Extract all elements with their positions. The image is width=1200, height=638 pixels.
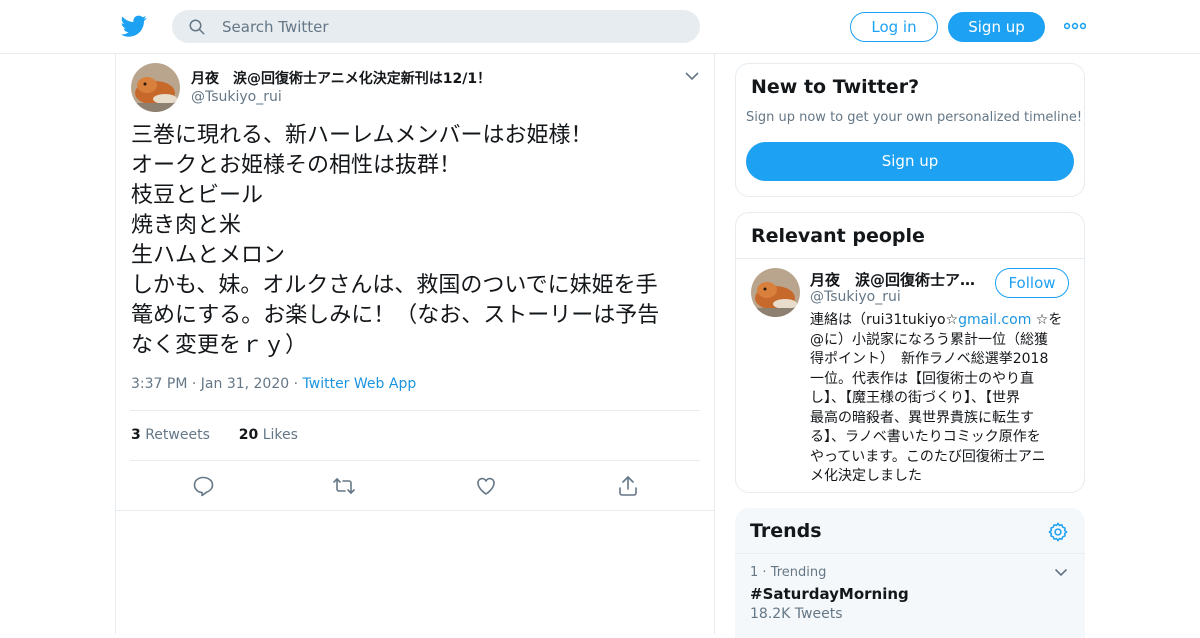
person-handle[interactable]: @Tsukiyo_rui: [810, 289, 901, 305]
meta-separator: ·: [191, 376, 201, 392]
tweet-detail: 月夜 涙@回復術士アニメ化決定新刊は12/1！ @Tsukiyo_rui 三巻に…: [115, 54, 715, 634]
person-bio: 連絡は（rui31tukiyo☆gmail.com ☆を @に）小説家になろう累…: [810, 311, 1072, 487]
retweets-count[interactable]: 3: [131, 427, 141, 443]
twitter-bird-icon[interactable]: [120, 13, 148, 39]
like-heart-icon[interactable]: [474, 474, 498, 498]
retweet-icon[interactable]: [332, 474, 356, 498]
divider: [130, 460, 700, 461]
search-bar[interactable]: Search Twitter: [172, 10, 700, 43]
tweet-text-line: なく変更をｒｙ）: [131, 333, 308, 358]
fox-avatar-image: [131, 63, 180, 112]
meta-separator: ·: [762, 565, 771, 580]
trend-context: Trending: [770, 565, 827, 580]
bio-line: やっています。このたび回復術士アニ: [810, 448, 1046, 465]
sidebar-signup-button[interactable]: Sign up: [746, 142, 1074, 181]
tweet-time[interactable]: 3:37 PM: [131, 376, 187, 392]
bio-line: 得ポイント） 新作ラノベ総選挙2018: [810, 351, 1049, 367]
tweet-stats: 3 Retweets 20 Likes: [131, 427, 298, 443]
tweet-text-line: しかも、妹。オルクさんは、救国のついでに妹姫を手: [131, 273, 658, 298]
tweet-text-line: 篭めにする。お楽しみに！（なお、ストーリーは予告: [131, 303, 660, 328]
bio-line: る】、ラノベ書いたりコミック原作を: [810, 429, 1041, 445]
chevron-down-icon[interactable]: [1054, 568, 1068, 577]
card-title: Trends: [750, 520, 822, 542]
tweet-text-line: 三巻に現れる、新ハーレムメンバーはお姫様！: [131, 123, 593, 148]
bio-text: 連絡は（rui31tukiyo☆: [810, 312, 959, 328]
person-display-name[interactable]: 月夜 涙@回復術士ア…: [810, 269, 980, 290]
meta-separator: ·: [293, 376, 303, 392]
avatar[interactable]: [751, 268, 800, 317]
card-title: New to Twitter?: [751, 76, 920, 98]
bio-line: @に）小説家になろう累計一位（総獲: [810, 331, 1048, 348]
likes-count[interactable]: 20: [239, 427, 258, 443]
tweet-text-line: オークとお姫様その相性は抜群！: [131, 153, 462, 178]
search-icon: [189, 19, 205, 35]
trend-rank-number: 1: [750, 565, 759, 580]
gear-icon[interactable]: [1047, 521, 1069, 543]
share-icon[interactable]: [616, 474, 640, 498]
author-display-name[interactable]: 月夜 涙@回復術士アニメ化決定新刊は12/1！: [191, 68, 491, 88]
new-to-twitter-card: New to Twitter? Sign up now to get your …: [735, 63, 1085, 197]
signup-button[interactable]: Sign up: [948, 12, 1045, 42]
tweet-text-line: 生ハムとメロン: [131, 243, 286, 268]
follow-button[interactable]: Follow: [995, 268, 1069, 298]
tweet-text-line: 焼き肉と米: [131, 213, 242, 238]
trend-rank: 1 · Trending: [750, 565, 826, 580]
reply-icon[interactable]: [191, 474, 215, 498]
more-options-icon[interactable]: [1064, 20, 1086, 32]
relevant-people-card: Relevant people 月夜 涙@回復術士ア… @Tsukiyo_rui…: [735, 212, 1085, 493]
bio-line: メ化決定しました: [810, 468, 922, 484]
trend-tweet-count: 18.2K Tweets: [750, 606, 843, 622]
tweet-text: 三巻に現れる、新ハーレムメンバーはお姫様！ オークとお姫様その相性は抜群！ 枝豆…: [131, 121, 706, 361]
bio-link[interactable]: gmail.com: [958, 312, 1031, 328]
bio-line: 一位。代表作は【回復術士のやり直: [810, 370, 1034, 387]
divider: [116, 510, 714, 511]
tweet-date[interactable]: Jan 31, 2020: [201, 376, 289, 392]
search-input[interactable]: Search Twitter: [222, 18, 329, 36]
bio-line: 最高の暗殺者、異世界貴族に転生す: [810, 409, 1034, 426]
tweet-text-line: 枝豆とビール: [131, 183, 264, 208]
divider: [130, 410, 700, 411]
tweet-source-link[interactable]: Twitter Web App: [303, 376, 417, 392]
likes-label[interactable]: Likes: [263, 427, 298, 443]
author-handle[interactable]: @Tsukiyo_rui: [191, 89, 282, 105]
avatar[interactable]: [131, 63, 180, 112]
trend-name[interactable]: #SaturdayMorning: [750, 585, 909, 603]
trends-card: Trends 1 · Trending #SaturdayMorning 18.…: [735, 508, 1085, 638]
divider: [735, 553, 1085, 554]
card-title: Relevant people: [751, 225, 925, 247]
fox-avatar-image: [751, 268, 800, 317]
tweet-metadata: 3:37 PM · Jan 31, 2020 · Twitter Web App: [131, 376, 416, 392]
card-subtitle: Sign up now to get your own personalized…: [746, 110, 1083, 125]
login-button[interactable]: Log in: [850, 12, 938, 42]
top-navigation-bar: Search Twitter Log in Sign up: [0, 0, 1200, 54]
divider: [736, 258, 1084, 259]
bio-text: ☆を: [1035, 312, 1063, 328]
chevron-down-icon[interactable]: [684, 71, 700, 81]
bio-line: し】、【魔王様の街づくり】、【世界: [810, 390, 1020, 406]
retweets-label[interactable]: Retweets: [145, 427, 210, 443]
